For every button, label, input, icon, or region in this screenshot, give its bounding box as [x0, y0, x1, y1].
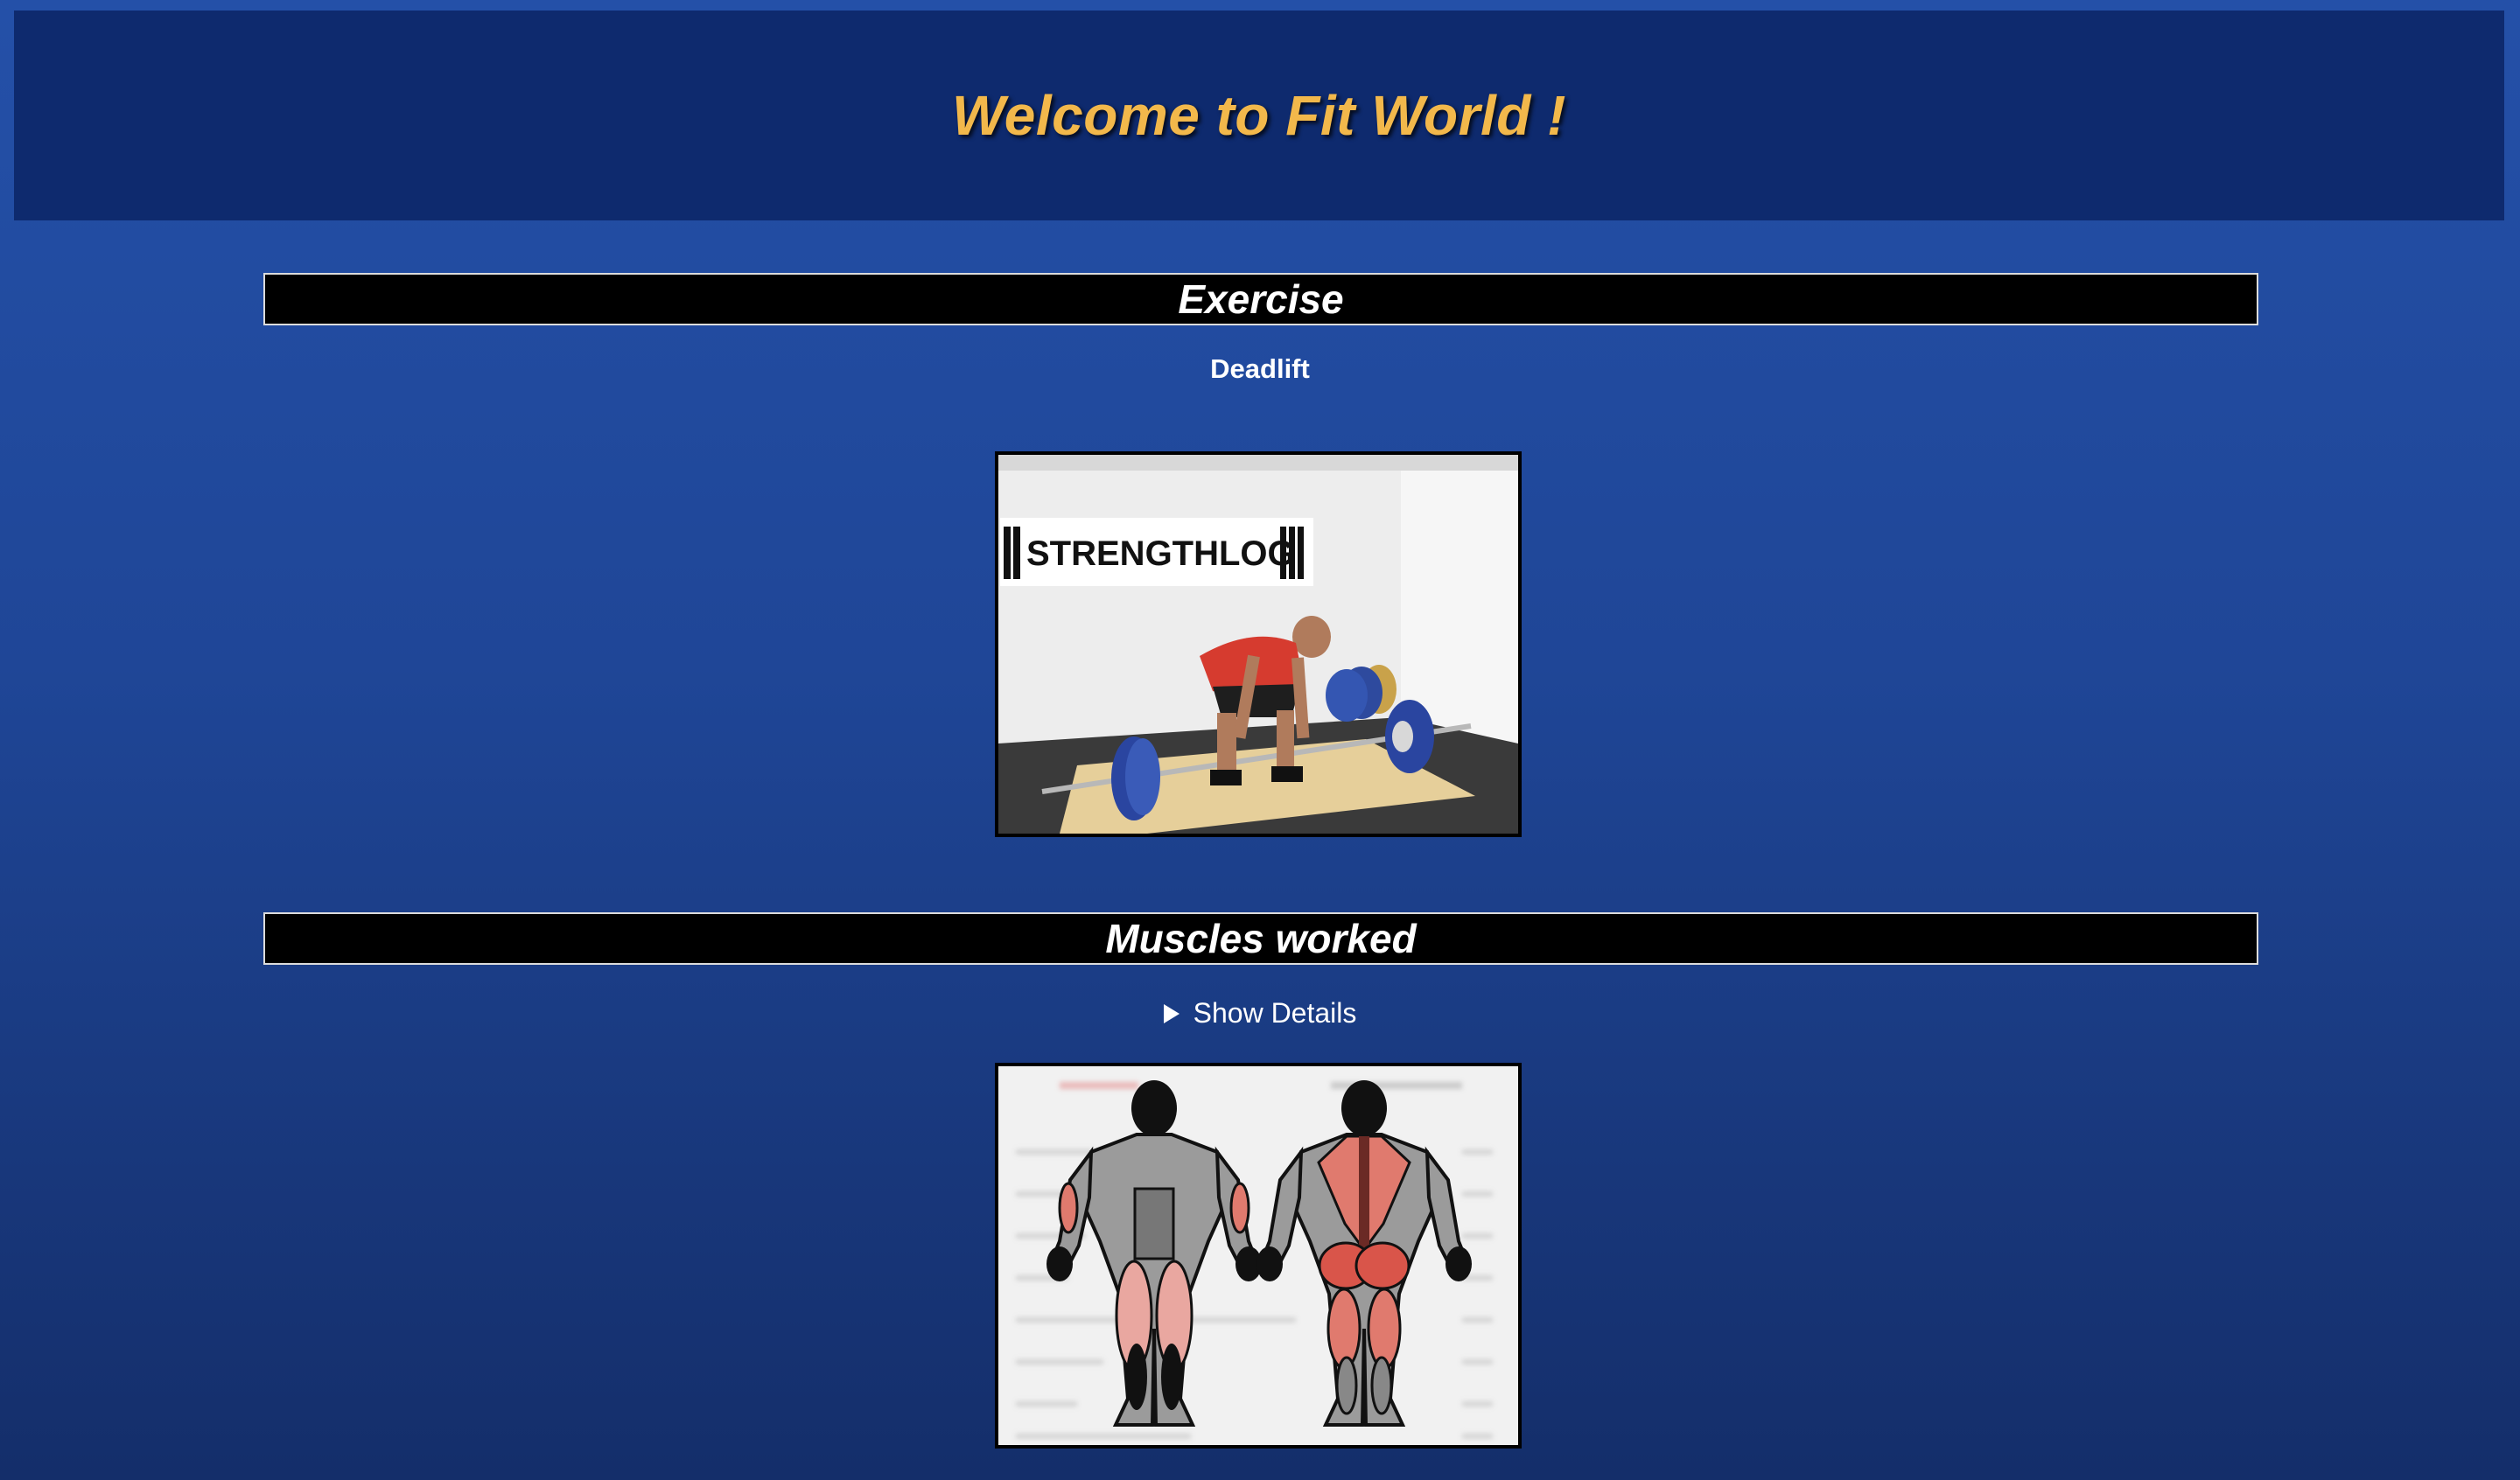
- muscles-image: [995, 1063, 1522, 1449]
- show-details-label: Show Details: [1193, 997, 1357, 1029]
- exercise-name: Deadlift: [1210, 353, 1310, 384]
- banner-text: STRENGTHLOG: [1026, 534, 1295, 573]
- exercise-image: STRENGTHLOG: [995, 451, 1522, 837]
- disclosure-triangle-icon: [1163, 1003, 1180, 1023]
- muscles-section-heading: Muscles worked: [263, 912, 2258, 965]
- show-details-toggle[interactable]: Show Details: [0, 997, 2520, 1030]
- site-header: Welcome to Fit World !: [14, 10, 2504, 220]
- page-title: Welcome to Fit World !: [952, 84, 1566, 147]
- exercise-section-heading: Exercise: [263, 273, 2258, 325]
